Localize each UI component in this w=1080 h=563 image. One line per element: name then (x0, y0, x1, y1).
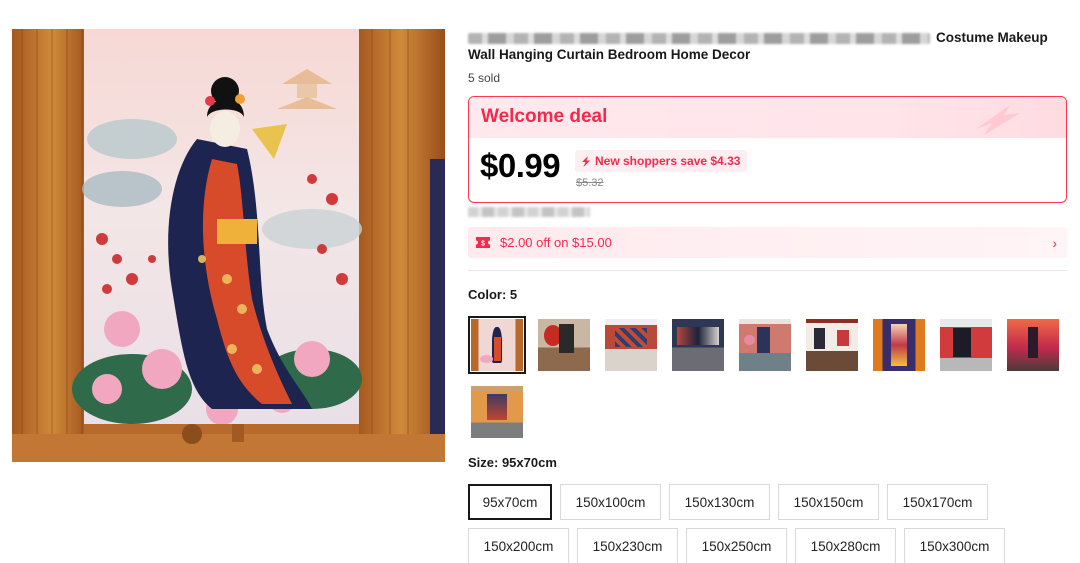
swatch-thumbnail (1007, 319, 1059, 371)
product-title-line2: Wall Hanging Curtain Bedroom Home Decor (468, 47, 751, 62)
size-option-150x230cm[interactable]: 150x230cm (577, 528, 678, 563)
size-option-150x170cm[interactable]: 150x170cm (887, 484, 988, 520)
color-option-sunset-geisha[interactable] (1004, 316, 1062, 374)
geisha-tapestry-image (12, 29, 445, 462)
size-option-150x100cm[interactable]: 150x100cm (560, 484, 661, 520)
swatch-thumbnail (672, 319, 724, 371)
swatch-thumbnail (940, 319, 992, 371)
swatch-thumbnail (471, 386, 523, 438)
color-option-geisha-pink-peony[interactable] (468, 316, 526, 374)
deal-price: $0.99 (480, 147, 561, 184)
coupon-bar[interactable]: $ $2.00 off on $15.00 › (468, 227, 1067, 258)
size-option-150x300cm[interactable]: 150x300cm (904, 528, 1005, 563)
product-title-visible-part: Costume Makeup (936, 30, 1048, 45)
save-tag: New shoppers save $4.33 (575, 150, 748, 172)
product-title-line1: Costume Makeup (468, 29, 1068, 46)
size-option-150x150cm[interactable]: 150x150cm (778, 484, 879, 520)
welcome-deal-box: Welcome deal $0.99 New shoppers save $4.… (468, 96, 1067, 203)
original-price: $5.32 (576, 177, 604, 189)
ticket-icon: $ (476, 237, 490, 248)
product-main-image[interactable] (12, 29, 445, 462)
swatch-thumbnail (739, 319, 791, 371)
deal-title: Welcome deal (481, 106, 608, 127)
color-option-purple-geisha[interactable] (870, 316, 928, 374)
lightning-icon (582, 155, 590, 167)
color-option-red-black-geisha[interactable] (937, 316, 995, 374)
size-option-150x280cm[interactable]: 150x280cm (795, 528, 896, 563)
color-option-orange-geisha-room[interactable] (468, 383, 526, 441)
swatch-thumbnail (806, 319, 858, 371)
color-option-geisha-white-room[interactable] (803, 316, 861, 374)
svg-text:$: $ (481, 241, 485, 248)
size-option-150x200cm[interactable]: 150x200cm (468, 528, 569, 563)
swatch-thumbnail (605, 319, 657, 371)
swatch-thumbnail (471, 319, 523, 371)
size-option-150x250cm[interactable]: 150x250cm (686, 528, 787, 563)
color-option-geisha-flowers-room[interactable] (736, 316, 794, 374)
divider (468, 270, 1067, 271)
blurred-info-text (468, 207, 590, 217)
size-option-95x70cm[interactable]: 95x70cm (468, 484, 552, 520)
coupon-text: $2.00 off on $15.00 (500, 235, 612, 250)
size-option-150x130cm[interactable]: 150x130cm (669, 484, 770, 520)
swatch-thumbnail (538, 319, 590, 371)
color-option-red-sun-room[interactable] (535, 316, 593, 374)
sold-count: 5 sold (468, 71, 501, 85)
size-label: Size: 95x70cm (468, 455, 557, 470)
color-option-dark-wave-room[interactable] (669, 316, 727, 374)
blurred-title-text (468, 32, 930, 44)
chevron-right-icon: › (1052, 234, 1057, 251)
color-option-geisha-pattern-room[interactable] (602, 316, 660, 374)
deal-header: Welcome deal (469, 97, 1066, 138)
color-label: Color: 5 (468, 287, 518, 302)
save-tag-text: New shoppers save $4.33 (595, 154, 741, 168)
swatch-thumbnail (873, 319, 925, 371)
arrow-icon (976, 105, 1020, 135)
product-title: Costume Makeup Wall Hanging Curtain Bedr… (468, 29, 1068, 63)
